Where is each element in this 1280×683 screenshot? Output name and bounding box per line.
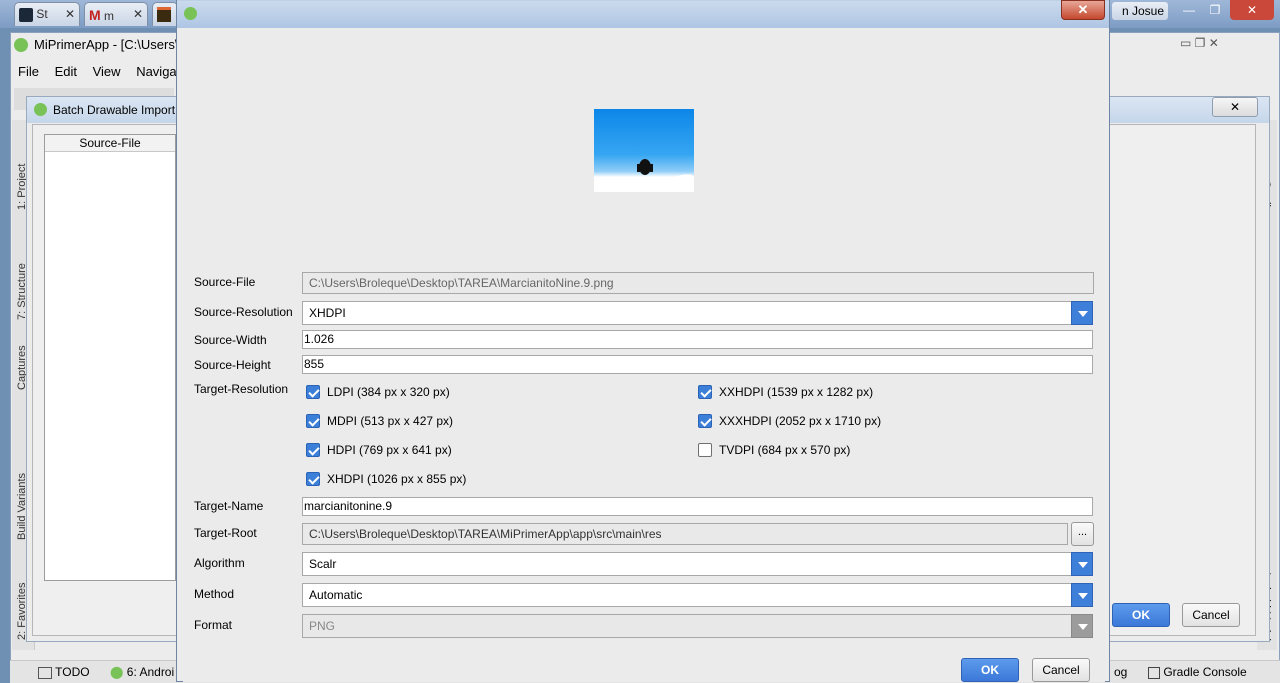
menubar: File Edit View Navigate xyxy=(18,60,200,84)
xxxhdpi-checkbox[interactable] xyxy=(698,414,712,428)
steam-icon xyxy=(19,7,33,22)
chevron-down-icon[interactable] xyxy=(1071,301,1093,325)
shopping-icon xyxy=(157,7,171,22)
tvdpi-label: TVDPI (684 px x 570 px) xyxy=(719,443,851,457)
algorithm-select[interactable]: Scalr xyxy=(302,552,1072,576)
browser-user-label: n Josue xyxy=(1121,4,1164,18)
xxxhdpi-label: XXXHDPI (2052 px x 1710 px) xyxy=(719,414,882,428)
android-studio-icon xyxy=(14,38,28,52)
chevron-down-icon xyxy=(1071,614,1093,638)
ok-button[interactable]: OK xyxy=(961,658,1019,682)
todo-tab[interactable]: TODO xyxy=(38,661,90,683)
cancel-button[interactable]: Cancel xyxy=(1032,658,1090,682)
event-log-tab[interactable]: og xyxy=(1114,661,1127,683)
menu-edit[interactable]: Edit xyxy=(55,64,77,79)
console-icon xyxy=(1148,666,1160,679)
maximize-icon[interactable]: ❐ xyxy=(1202,0,1228,20)
android-studio-icon xyxy=(34,103,47,116)
browser-tab-other[interactable] xyxy=(152,2,178,26)
gradle-console-label: Gradle Console xyxy=(1163,665,1247,679)
close-tab-icon[interactable]: ✕ xyxy=(133,7,143,21)
hdpi-label: HDPI (769 px x 641 px) xyxy=(327,443,452,457)
batch-close-icon[interactable]: ✕ xyxy=(1212,97,1258,117)
source-height-input[interactable]: 855 xyxy=(302,355,1093,374)
chevron-down-icon[interactable] xyxy=(1071,583,1093,607)
batch-dialog-title: Batch Drawable Import xyxy=(53,103,176,117)
mdpi-checkbox[interactable] xyxy=(306,414,320,428)
source-file-field: C:\Users\Broleque\Desktop\TAREA\Marciani… xyxy=(302,272,1094,294)
method-label: Method xyxy=(194,587,235,601)
image-preview xyxy=(594,109,694,192)
xhdpi-checkbox[interactable] xyxy=(306,472,320,486)
gradle-console-tab[interactable]: Gradle Console xyxy=(1148,661,1247,683)
source-file-label: Source-File xyxy=(194,275,256,289)
chevron-down-icon[interactable] xyxy=(1071,552,1093,576)
target-name-input[interactable]: marcianitonine.9 xyxy=(302,497,1093,516)
method-select[interactable]: Automatic xyxy=(302,583,1072,607)
source-resolution-select[interactable]: XHDPI xyxy=(302,301,1072,325)
source-height-label: Source-Height xyxy=(194,358,271,372)
source-resolution-label: Source-Resolution xyxy=(194,305,293,319)
menu-file[interactable]: File xyxy=(18,64,39,79)
source-file-list[interactable] xyxy=(44,134,176,581)
android-robot-icon xyxy=(594,159,694,192)
ldpi-checkbox[interactable] xyxy=(306,385,320,399)
batch-ok-button[interactable]: OK xyxy=(1112,603,1170,627)
ldpi-label: LDPI (384 px x 320 px) xyxy=(327,385,450,399)
gmail-icon: M xyxy=(89,7,101,23)
browser-tab-label: St xyxy=(36,7,48,21)
browser-user-button[interactable]: n Josue xyxy=(1112,2,1168,20)
android-icon: ⬤ xyxy=(110,665,124,679)
menu-view[interactable]: View xyxy=(93,64,121,79)
android-studio-icon xyxy=(184,7,197,20)
xxhdpi-checkbox[interactable] xyxy=(698,385,712,399)
todo-label: TODO xyxy=(55,665,90,679)
tvdpi-checkbox[interactable] xyxy=(698,443,712,457)
batch-cancel-button[interactable]: Cancel xyxy=(1182,603,1240,627)
android-monitor-tab[interactable]: ⬤ 6: Androi xyxy=(110,661,174,683)
android-monitor-label: 6: Androi xyxy=(126,665,175,679)
target-root-field: C:\Users\Broleque\Desktop\TAREA\MiPrimer… xyxy=(302,523,1068,545)
dialog-close-icon[interactable]: ✕ xyxy=(1061,0,1105,20)
xhdpi-label: XHDPI (1026 px x 855 px) xyxy=(327,472,467,486)
ide-window-controls[interactable]: ▭ ❐ ✕ xyxy=(1180,36,1219,50)
browser-tab-gmail[interactable]: M m ✕ xyxy=(84,2,148,26)
source-file-column-header[interactable]: Source-File xyxy=(45,135,175,152)
browse-button[interactable]: ... xyxy=(1071,522,1094,546)
target-root-label: Target-Root xyxy=(194,526,257,540)
todo-icon xyxy=(38,666,52,679)
close-tab-icon[interactable]: ✕ xyxy=(65,7,75,21)
target-resolution-label: Target-Resolution xyxy=(194,382,289,396)
dialog-titlebar xyxy=(177,0,1109,28)
algorithm-label: Algorithm xyxy=(194,556,245,570)
xxhdpi-label: XXHDPI (1539 px x 1282 px) xyxy=(719,385,874,399)
source-width-input[interactable]: 1.026 xyxy=(302,330,1093,349)
target-name-label: Target-Name xyxy=(194,499,264,513)
hdpi-checkbox[interactable] xyxy=(306,443,320,457)
minimize-icon[interactable]: — xyxy=(1176,0,1202,20)
browser-tab-label: m xyxy=(104,9,115,23)
format-select: PNG xyxy=(302,614,1072,638)
source-width-label: Source-Width xyxy=(194,333,267,347)
mdpi-label: MDPI (513 px x 427 px) xyxy=(327,414,454,428)
format-label: Format xyxy=(194,618,233,632)
browser-tab-steam[interactable]: St ✕ xyxy=(14,2,80,26)
window-close-icon[interactable]: ✕ xyxy=(1230,0,1274,20)
ide-title: MiPrimerApp - [C:\Users\Bi xyxy=(34,37,191,52)
